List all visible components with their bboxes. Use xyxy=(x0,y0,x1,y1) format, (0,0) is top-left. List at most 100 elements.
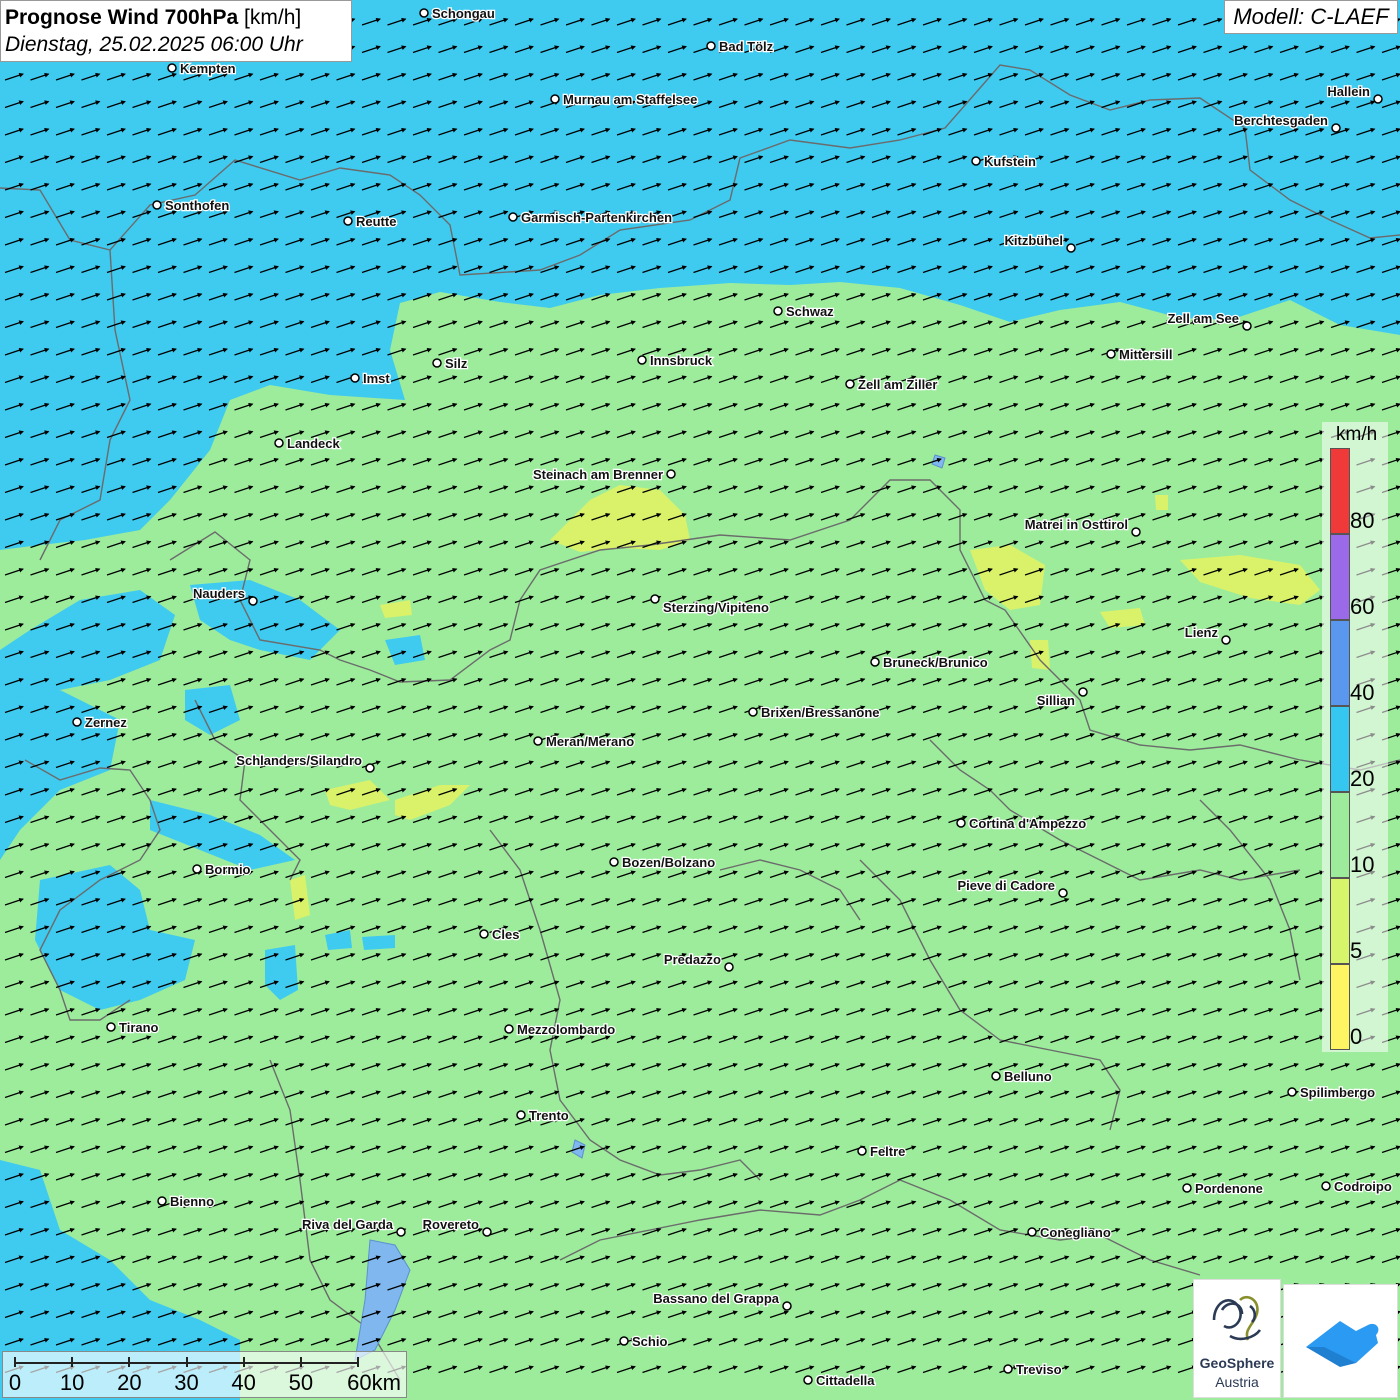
city-marker: Garmisch-Partenkirchen xyxy=(508,209,673,226)
city-dot-icon xyxy=(396,1227,406,1237)
city-label: Zell am See xyxy=(1167,311,1239,326)
scale-tick xyxy=(71,1357,74,1367)
city-marker: Steinach am Brenner xyxy=(532,466,676,483)
scale-label: 30 xyxy=(174,1370,199,1395)
city-dot-icon xyxy=(192,864,202,874)
city-dot-icon xyxy=(956,818,966,828)
city-label: Mezzolombardo xyxy=(517,1022,615,1037)
distance-scale-bar: 0 10 20 30 40 50 60km xyxy=(2,1351,407,1398)
city-label: Bienno xyxy=(170,1194,214,1209)
city-dot-icon xyxy=(666,469,676,479)
city-dot-icon xyxy=(1221,635,1231,645)
scale-tick xyxy=(242,1357,245,1367)
city-dot-icon xyxy=(167,63,177,73)
city-dot-icon xyxy=(706,41,716,51)
city-marker: Bruneck/Brunico xyxy=(870,654,989,671)
legend-color-band xyxy=(1330,964,1350,1050)
city-label: Pieve di Cadore xyxy=(957,878,1055,893)
city-label: Reutte xyxy=(356,214,396,229)
app-cloud-arrow-icon xyxy=(1306,1321,1379,1367)
city-label: Bassano del Grappa xyxy=(653,1291,779,1306)
legend-tick-label: 10 xyxy=(1350,852,1375,877)
scale-tick xyxy=(14,1357,16,1367)
city-label: Pordenone xyxy=(1195,1181,1263,1196)
city-dot-icon xyxy=(516,1110,526,1120)
city-dot-icon xyxy=(650,594,660,604)
city-dot-icon xyxy=(157,1196,167,1206)
city-label: Cittadella xyxy=(816,1373,875,1388)
city-dot-icon xyxy=(1182,1183,1192,1193)
city-marker: Schongau xyxy=(419,5,496,22)
city-label: Innsbruck xyxy=(650,353,713,368)
city-label: Bruneck/Brunico xyxy=(883,655,988,670)
city-label: Hallein xyxy=(1327,84,1370,99)
city-label: Bozen/Bolzano xyxy=(622,855,715,870)
city-label: Kempten xyxy=(180,61,236,76)
geosphere-austria-logo: GeoSphere Austria xyxy=(1193,1279,1281,1398)
city-label: Conegliano xyxy=(1040,1225,1111,1240)
city-label: Garmisch-Partenkirchen xyxy=(521,210,672,225)
scale-label: 10 xyxy=(59,1370,85,1395)
city-dot-icon xyxy=(248,596,258,606)
city-dot-icon xyxy=(152,200,162,210)
city-dot-icon xyxy=(857,1146,867,1156)
city-dot-icon xyxy=(350,373,360,383)
city-label: Schongau xyxy=(432,6,495,21)
map-title-main: Prognose Wind 700hPa xyxy=(5,6,239,29)
scale-label: 20 xyxy=(117,1370,142,1395)
city-label: Predazzo xyxy=(664,952,721,967)
scale-tick xyxy=(357,1357,359,1367)
city-label: Sterzing/Vipiteno xyxy=(663,600,769,615)
geosphere-emblem-icon xyxy=(1212,1295,1262,1341)
city-dot-icon xyxy=(619,1336,629,1346)
city-dot-icon xyxy=(1331,123,1341,133)
city-label: Feltre xyxy=(870,1144,905,1159)
city-label: Spilimbergo xyxy=(1300,1085,1375,1100)
city-dot-icon xyxy=(803,1375,813,1385)
city-dot-icon xyxy=(1321,1181,1331,1191)
city-dot-icon xyxy=(432,358,442,368)
city-dot-icon xyxy=(504,1024,514,1034)
weather-app-logo xyxy=(1283,1284,1398,1398)
city-dot-icon xyxy=(971,156,981,166)
city-marker: Pordenone xyxy=(1182,1180,1264,1197)
legend-tick-label: 80 xyxy=(1350,508,1375,533)
city-dot-icon xyxy=(724,962,734,972)
city-label: Nauders xyxy=(193,586,245,601)
city-dot-icon xyxy=(1078,687,1088,697)
scale-label: 50 xyxy=(288,1370,314,1395)
city-label: Kufstein xyxy=(984,154,1036,169)
city-label: Belluno xyxy=(1004,1069,1052,1084)
city-dot-icon xyxy=(609,857,619,867)
city-dot-icon xyxy=(479,929,489,939)
city-label: Tirano xyxy=(119,1020,159,1035)
city-label: Zell am Ziller xyxy=(858,377,937,392)
city-label: Imst xyxy=(363,371,390,386)
legend-color-band xyxy=(1330,534,1350,620)
city-label: Bormio xyxy=(205,862,251,877)
scale-tick xyxy=(185,1357,188,1367)
scale-tick xyxy=(299,1357,302,1367)
city-label: Kitzbühel xyxy=(1005,233,1064,248)
legend-color-band xyxy=(1330,792,1350,878)
map-title-panel: Prognose Wind 700hPa [km/h] Dienstag, 25… xyxy=(0,0,352,62)
legend-color-band xyxy=(1330,620,1350,706)
city-dot-icon xyxy=(419,8,429,18)
city-dot-icon xyxy=(1131,527,1141,537)
city-dot-icon xyxy=(1066,243,1076,253)
city-dot-icon xyxy=(533,736,543,746)
city-dot-icon xyxy=(508,212,518,222)
city-dot-icon xyxy=(1027,1227,1037,1237)
scale-label: 60km xyxy=(347,1370,401,1395)
scale-label: 40 xyxy=(231,1370,256,1395)
legend-tick-label: 40 xyxy=(1350,680,1375,705)
city-label: Riva del Garda xyxy=(302,1217,394,1232)
legend-unit-label: km/h xyxy=(1336,424,1378,445)
city-dot-icon xyxy=(1242,321,1252,331)
city-label: Berchtesgaden xyxy=(1234,113,1328,128)
city-dot-icon xyxy=(782,1301,792,1311)
city-label: Mittersill xyxy=(1119,347,1172,362)
city-label: Schwaz xyxy=(786,304,834,319)
city-label: Zernez xyxy=(85,715,127,730)
scale-tick xyxy=(128,1357,131,1367)
